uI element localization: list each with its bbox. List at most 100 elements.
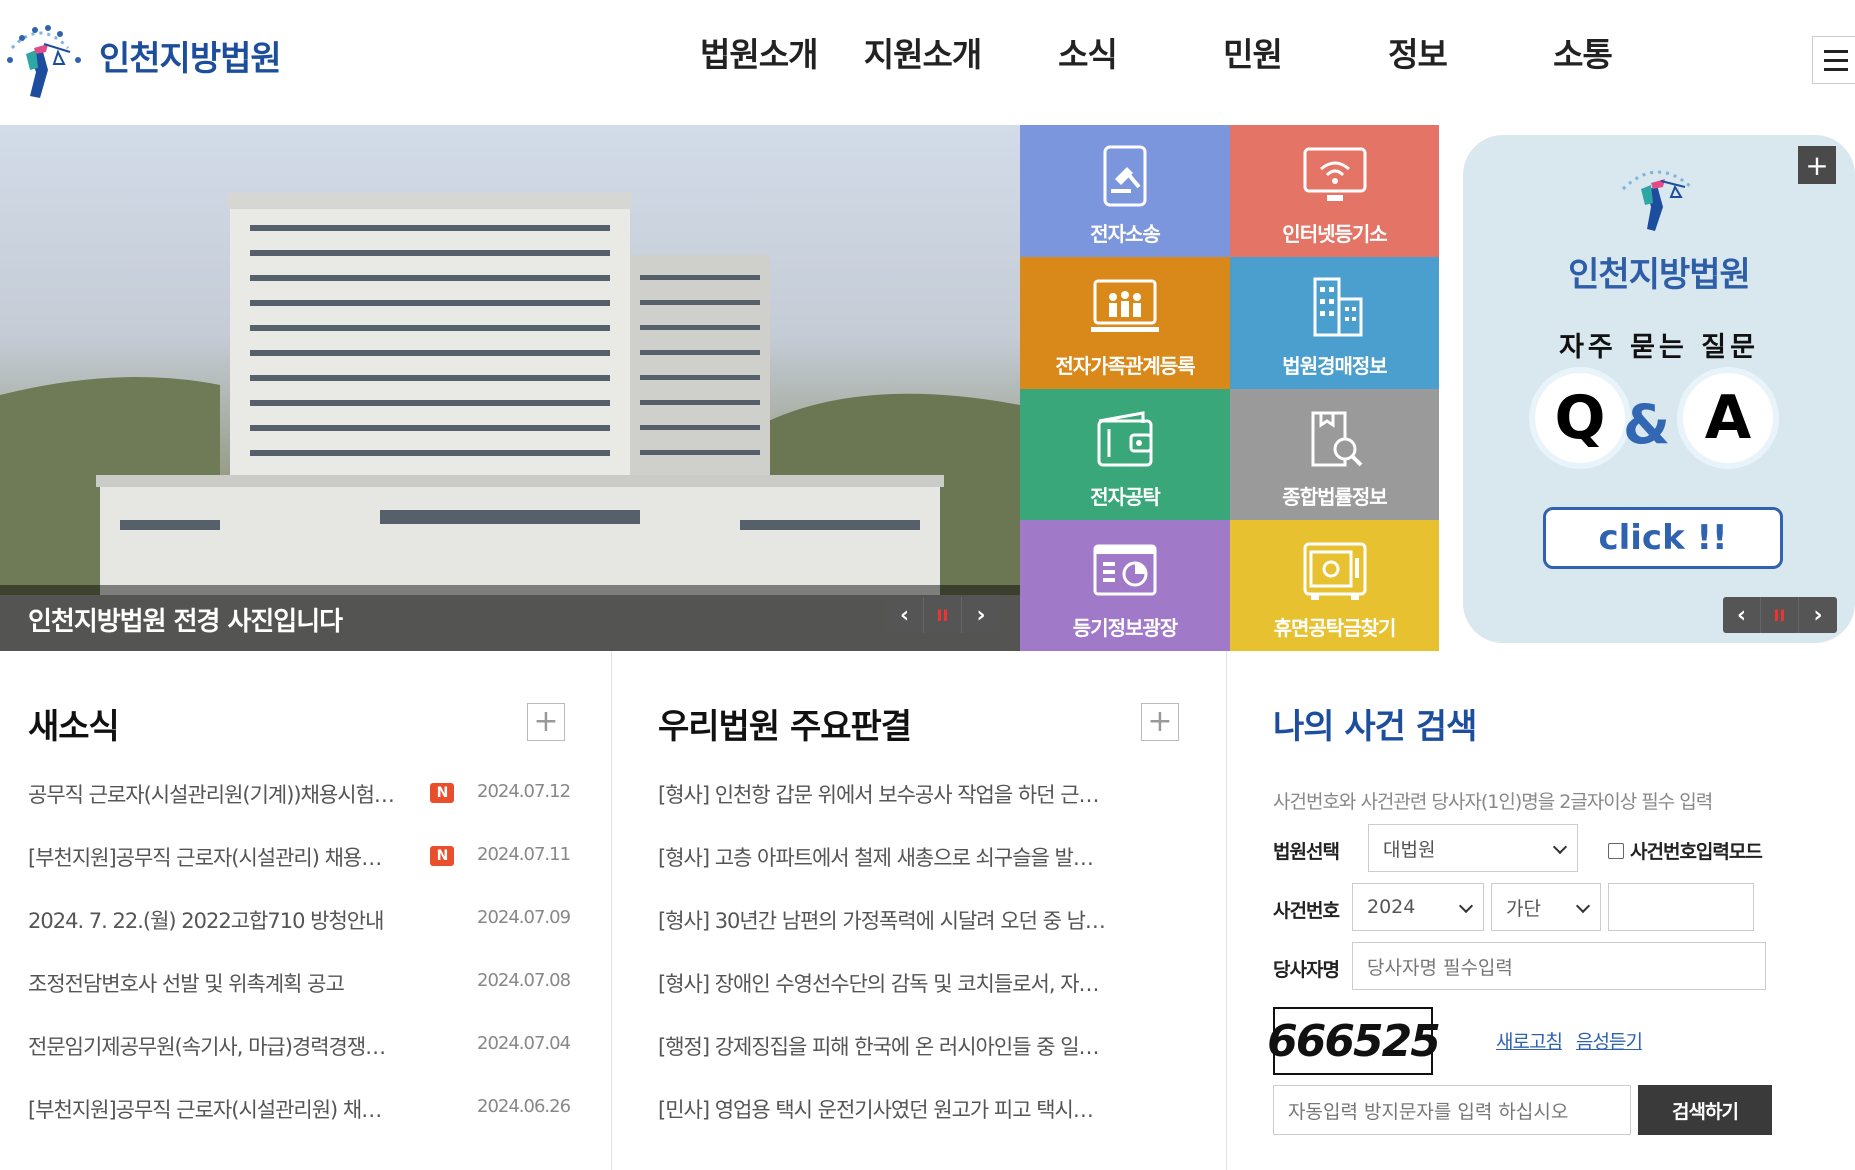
faq-banner[interactable]: 인천지방법원 자주 묻는 질문 Q & A click !! ‹ II ›: [1455, 125, 1855, 651]
nav-court-intro[interactable]: 법원소개: [700, 28, 840, 76]
case-search-button[interactable]: 검색하기: [1638, 1085, 1772, 1135]
news-item-title[interactable]: 공무직 근로자(시설관리원(기계))채용시험…: [28, 779, 423, 809]
case-number-label: 사건번호: [1273, 900, 1340, 922]
nav-civil[interactable]: 민원: [1170, 28, 1335, 76]
party-name-input[interactable]: 당사자명 필수입력: [1352, 942, 1766, 990]
wallet-icon: [1097, 411, 1153, 467]
party-name-placeholder: 당사자명 필수입력: [1367, 956, 1513, 979]
hamburger-menu-icon[interactable]: [1812, 36, 1855, 84]
nav-communication[interactable]: 소통: [1500, 28, 1665, 76]
tile-e-deposit[interactable]: 전자공탁: [1020, 389, 1230, 520]
news-item-date: 2024.07.12: [477, 781, 571, 802]
tile-label: 인터넷등기소: [1282, 222, 1387, 246]
ruling-item-title[interactable]: [형사] 고층 아파트에서 철제 새총으로 쇠구슬을 발…: [658, 842, 1138, 872]
ruling-item-title[interactable]: [행정] 강제징집을 피해 한국에 온 러시아인들 중 일…: [658, 1031, 1138, 1061]
captcha-image: 666525: [1267, 1007, 1441, 1075]
news-list: 공무직 근로자(시설관리원(기계))채용시험… N 2024.07.12 [부천…: [0, 779, 611, 1157]
nav-branch-intro[interactable]: 지원소개: [840, 28, 1005, 76]
tile-e-litigation[interactable]: 전자소송: [1020, 125, 1230, 257]
ruling-item-title[interactable]: [민사] 영업용 택시 운전기사였던 원고가 피고 택시…: [658, 1094, 1138, 1124]
case-search-hint: 사건번호와 사건관련 당사자(1인)명을 2글자이상 필수 입력: [1273, 791, 1713, 813]
faq-q-badge: Q: [1535, 373, 1625, 463]
site-name: 인천지방법원: [99, 39, 282, 79]
faq-banner-subtitle: 자주 묻는 질문: [1559, 332, 1759, 363]
news-title: 새소식: [28, 707, 120, 747]
court-emblem-icon: [1621, 170, 1695, 231]
news-item[interactable]: 2024. 7. 22.(월) 2022고합710 방청안내 2024.07.0…: [0, 905, 611, 968]
captcha-refresh-link[interactable]: 새로고침: [1496, 1027, 1563, 1054]
news-item-title[interactable]: 조정전담변호사 선발 및 위촉계획 공고: [28, 968, 423, 998]
news-item[interactable]: 전문임기제공무원(속기사, 마급)경력경쟁… 2024.07.04: [0, 1031, 611, 1094]
tile-label: 전자가족관계등록: [1055, 354, 1195, 378]
faq-banner-card: 인천지방법원 자주 묻는 질문 Q & A click !!: [1463, 135, 1855, 643]
case-year-select[interactable]: 2024: [1352, 883, 1484, 931]
news-item-title[interactable]: [부천지원]공무직 근로자(시설관리) 채용…: [28, 842, 423, 872]
tile-legal-info[interactable]: 종합법률정보: [1230, 389, 1439, 520]
news-item[interactable]: [부천지원]공무직 근로자(시설관리) 채용… N 2024.07.11: [0, 842, 611, 905]
court-select[interactable]: 대법원: [1368, 824, 1578, 872]
ruling-item-title[interactable]: [형사] 30년간 남편의 가정폭력에 시달려 오던 중 남…: [658, 905, 1138, 935]
tile-registry-plaza[interactable]: 등기정보광장: [1020, 520, 1230, 651]
chevron-down-icon: [1552, 839, 1568, 855]
nav-info[interactable]: 정보: [1335, 28, 1500, 76]
ruling-item[interactable]: [형사] 고층 아파트에서 철제 새총으로 쇠구슬을 발…: [613, 842, 1226, 905]
rulings-more-button[interactable]: +: [1141, 703, 1179, 741]
news-item[interactable]: 공무직 근로자(시설관리원(기계))채용시험… N 2024.07.12: [0, 779, 611, 842]
tile-label: 법원경매정보: [1282, 354, 1387, 378]
news-item[interactable]: [부천지원]공무직 근로자(시설관리원) 채… 2024.06.26: [0, 1094, 611, 1157]
main-nav: 법원소개 지원소개 소식 민원 정보 소통: [700, 28, 1665, 76]
faq-click-button[interactable]: click !!: [1543, 507, 1783, 569]
hero-prev-button[interactable]: ‹: [886, 597, 924, 633]
tile-label: 전자소송: [1090, 222, 1161, 246]
case-number-input[interactable]: [1608, 883, 1754, 931]
faq-pause-button[interactable]: II: [1761, 597, 1799, 633]
tile-court-auction[interactable]: 법원경매정보: [1230, 257, 1439, 389]
captcha-input[interactable]: 자동입력 방지문자를 입력 하십시오: [1273, 1085, 1631, 1135]
rulings-title: 우리법원 주요판결: [658, 707, 912, 747]
news-item-title[interactable]: 2024. 7. 22.(월) 2022고합710 방청안내: [28, 905, 423, 935]
chevron-down-icon: [1575, 898, 1591, 914]
rulings-list: [형사] 인천항 갑문 위에서 보수공사 작업을 하던 근… [형사] 고층 아…: [613, 779, 1226, 1157]
tile-label: 종합법률정보: [1282, 485, 1387, 509]
news-item[interactable]: 조정전담변호사 선발 및 위촉계획 공고 2024.07.08: [0, 968, 611, 1031]
ruling-item[interactable]: [행정] 강제징집을 피해 한국에 온 러시아인들 중 일…: [613, 1031, 1226, 1094]
tile-internet-registry[interactable]: 인터넷등기소: [1230, 125, 1439, 257]
news-item-date: 2024.07.09: [477, 907, 571, 928]
case-number-mode-checkbox[interactable]: 사건번호입력모드: [1608, 837, 1763, 864]
ruling-item-title[interactable]: [형사] 인천항 갑문 위에서 보수공사 작업을 하던 근…: [658, 779, 1138, 809]
ruling-item-title[interactable]: [형사] 장애인 수영선수단의 감독 및 코치들로서, 자…: [658, 968, 1138, 998]
faq-next-button[interactable]: ›: [1799, 597, 1837, 633]
court-emblem-icon: [0, 8, 95, 103]
party-name-label: 당사자명: [1273, 959, 1340, 981]
news-item-title[interactable]: 전문임기제공무원(속기사, 마급)경력경쟁…: [28, 1031, 423, 1061]
faq-amp: &: [1623, 393, 1671, 456]
tile-label: 등기정보광장: [1072, 616, 1178, 640]
faq-prev-button[interactable]: ‹: [1723, 597, 1761, 633]
ruling-item[interactable]: [형사] 인천항 갑문 위에서 보수공사 작업을 하던 근…: [613, 779, 1226, 842]
faq-slider-controls: ‹ II ›: [1723, 597, 1837, 633]
tile-dormant-deposit[interactable]: 휴면공탁금찾기: [1230, 520, 1439, 651]
tile-label: 전자공탁: [1090, 485, 1161, 509]
news-item-title[interactable]: [부천지원]공무직 근로자(시설관리원) 채…: [28, 1094, 423, 1124]
court-select-label: 법원선택: [1273, 841, 1340, 863]
case-type-select[interactable]: 가단: [1491, 883, 1601, 931]
site-logo[interactable]: 인천지방법원: [0, 8, 300, 103]
checkbox-box[interactable]: [1608, 842, 1624, 859]
faq-more-button[interactable]: +: [1798, 146, 1836, 184]
hero-next-button[interactable]: ›: [962, 597, 1000, 633]
ruling-item[interactable]: [형사] 30년간 남편의 가정폭력에 시달려 오던 중 남…: [613, 905, 1226, 968]
case-search-title: 나의 사건 검색: [1273, 707, 1477, 747]
ruling-item[interactable]: [형사] 장애인 수영선수단의 감독 및 코치들로서, 자…: [613, 968, 1226, 1031]
tile-e-family-registry[interactable]: 전자가족관계등록: [1020, 257, 1230, 389]
hero-pause-button[interactable]: II: [924, 597, 962, 633]
faq-banner-court: 인천지방법원: [1568, 255, 1751, 295]
news-more-button[interactable]: +: [527, 703, 565, 741]
safe-icon: [1303, 542, 1366, 600]
nav-news[interactable]: 소식: [1005, 28, 1170, 76]
tile-label: 휴면공탁금찾기: [1273, 616, 1397, 640]
hero-slider: 인천지방법원 전경 사진입니다 ‹ II ›: [0, 125, 1020, 651]
ruling-item[interactable]: [민사] 영업용 택시 운전기사였던 원고가 피고 택시…: [613, 1094, 1226, 1157]
courthouse-photo: [0, 193, 1020, 651]
captcha-audio-link[interactable]: 음성듣기: [1576, 1027, 1643, 1054]
gavel-tablet-icon: [1103, 145, 1147, 207]
